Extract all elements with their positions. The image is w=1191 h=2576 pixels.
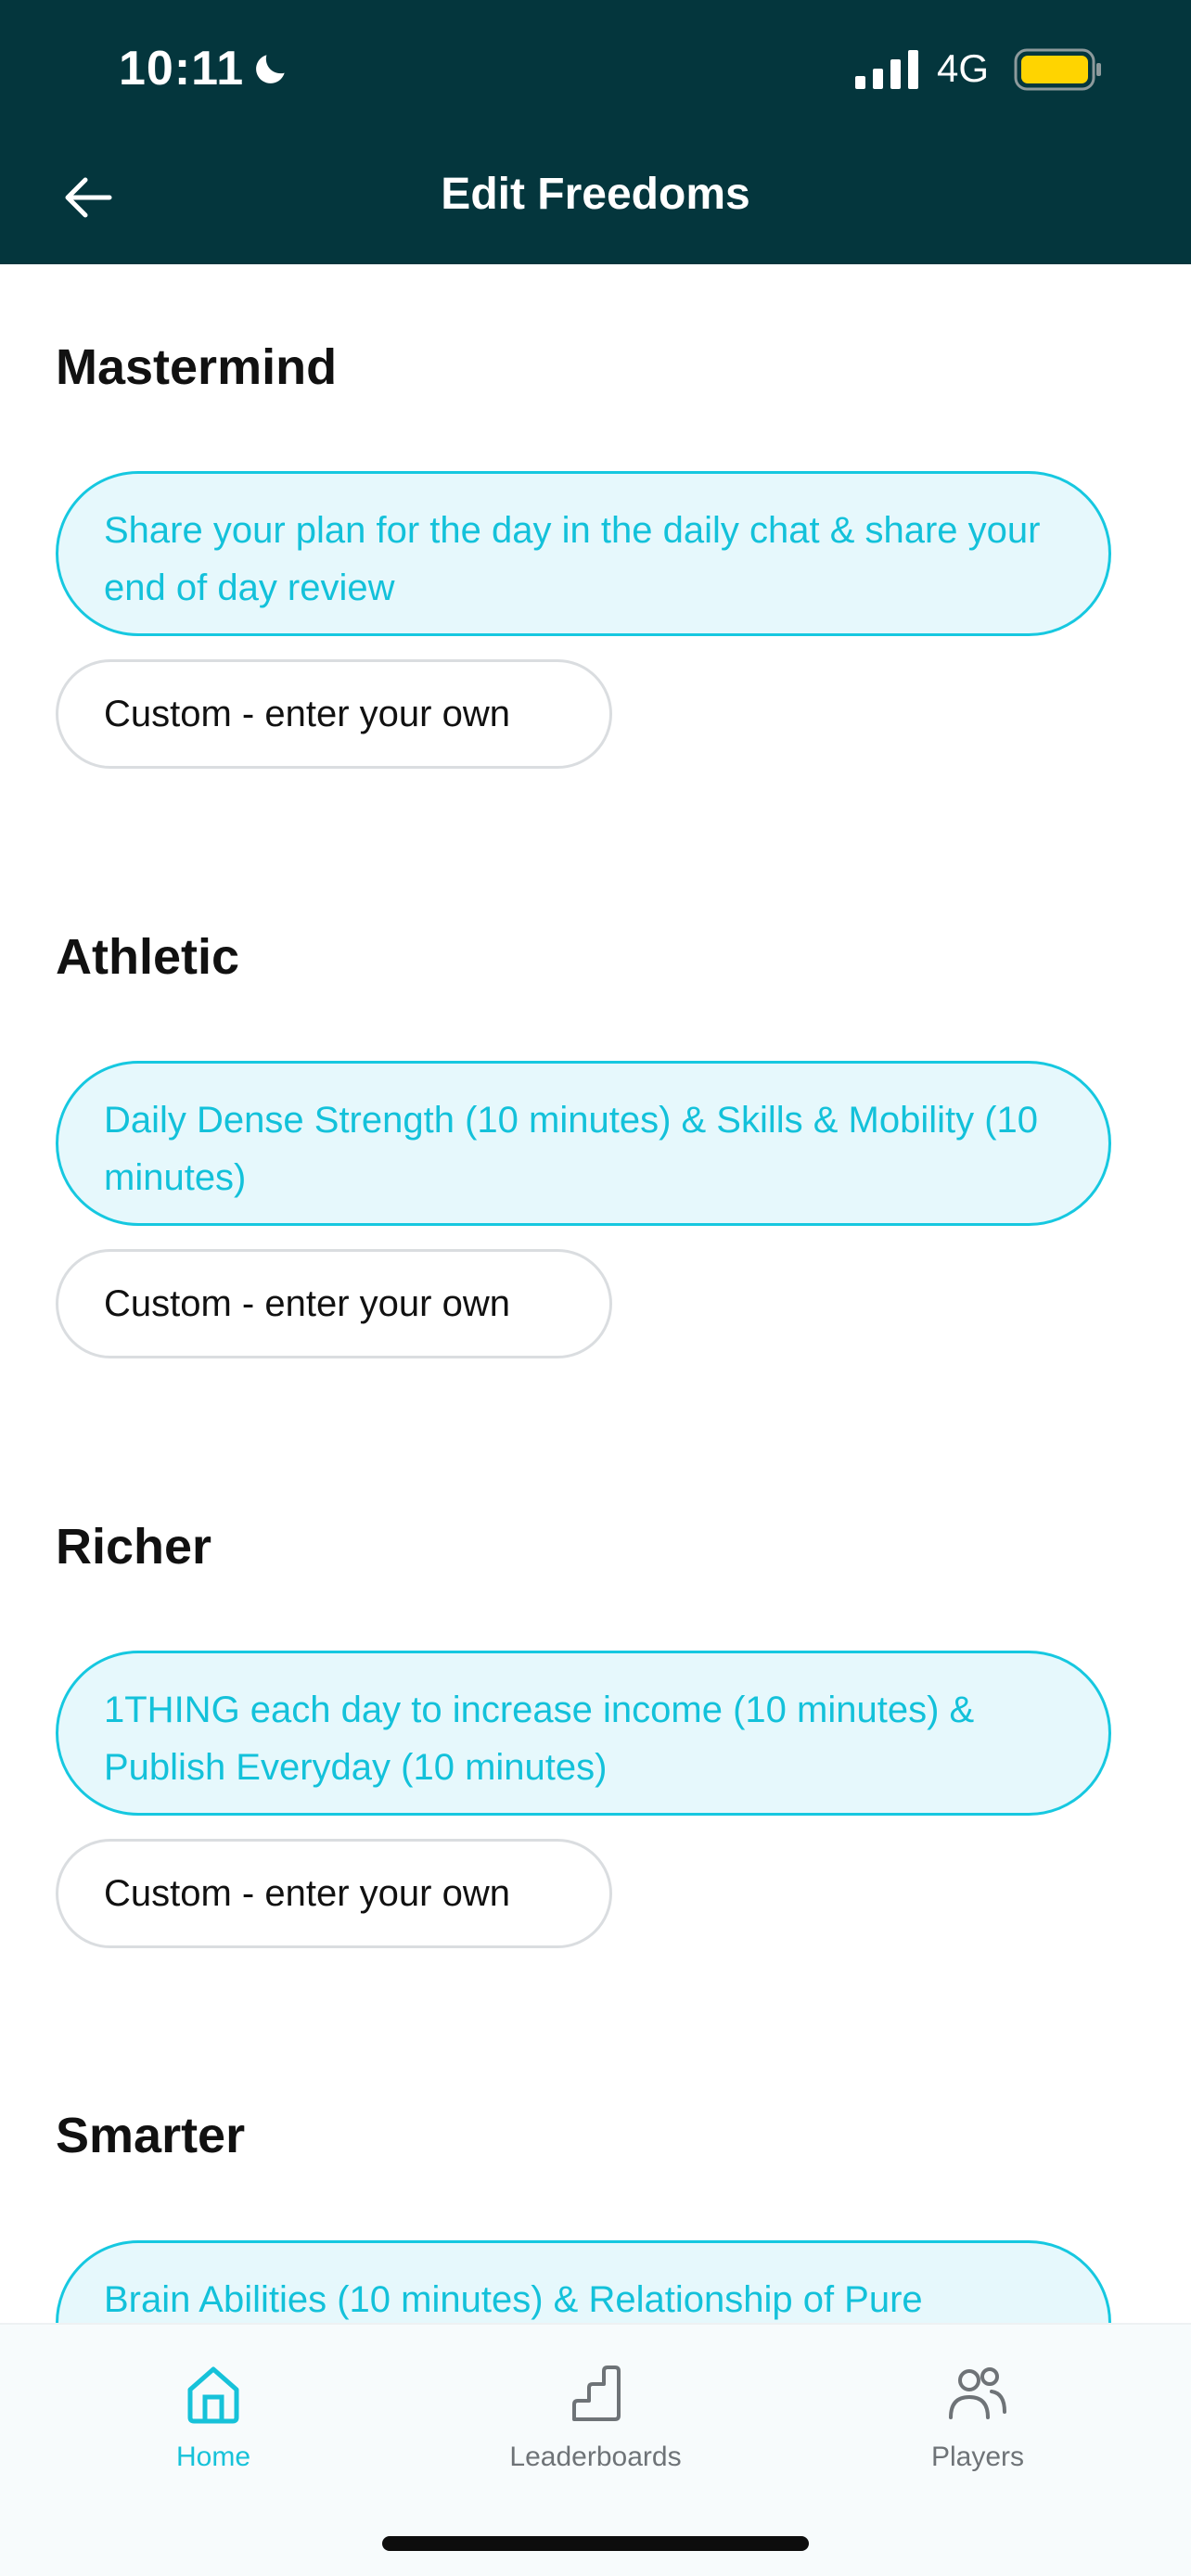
stairs-icon	[572, 2366, 621, 2421]
nav-item-home[interactable]: Home	[74, 2360, 352, 2473]
battery-icon	[1014, 48, 1101, 91]
top-bar: 10:11 4G Edit Freedoms	[0, 0, 1191, 264]
custom-option-button[interactable]: Custom - enter your own	[56, 659, 612, 769]
home-icon	[187, 2366, 239, 2424]
freedom-option-selected[interactable]: Daily Dense Strength (10 minutes) & Skil…	[56, 1061, 1111, 1226]
home-indicator[interactable]	[382, 2536, 809, 2551]
nav-label-leaderboards: Leaderboards	[509, 2442, 682, 2472]
nav-item-players[interactable]: Players	[839, 2360, 1117, 2473]
nav-label-players: Players	[930, 2442, 1025, 2472]
section-title-athletic: Athletic	[56, 929, 240, 985]
section-title-smarter: Smarter	[56, 2108, 246, 2163]
players-icon	[949, 2367, 1006, 2419]
freedom-option-selected[interactable]: Share your plan for the day in the daily…	[56, 471, 1111, 636]
custom-option-button[interactable]: Custom - enter your own	[56, 1839, 612, 1948]
custom-option-button[interactable]: Custom - enter your own	[56, 1249, 612, 1358]
moon-icon	[256, 55, 285, 83]
nav-label-home: Home	[175, 2442, 251, 2472]
network-label: 4G	[937, 46, 990, 90]
page-title: Edit Freedoms	[441, 170, 750, 219]
status-time: 10:11	[119, 42, 245, 96]
section-title-mastermind: Mastermind	[56, 339, 338, 395]
freedom-option-selected[interactable]: 1THING each day to increase income (10 m…	[56, 1651, 1111, 1816]
section-title-richer: Richer	[56, 1519, 212, 1575]
signal-icon	[855, 50, 918, 89]
nav-item-leaderboards[interactable]: Leaderboards	[456, 2360, 735, 2473]
